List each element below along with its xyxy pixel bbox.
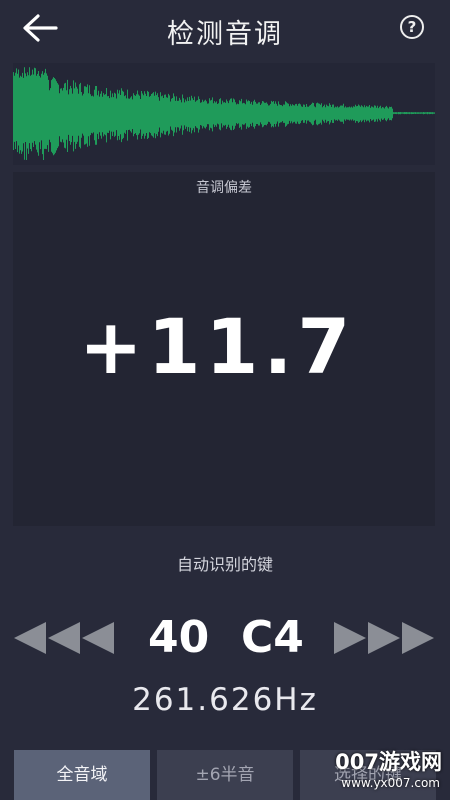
tab-six-semitones[interactable]: ±6半音 (157, 750, 293, 800)
frequency-readout: 261.626Hz (132, 682, 318, 718)
help-icon[interactable]: ? (400, 15, 424, 39)
deviation-value: +11.7 (79, 302, 356, 391)
detected-key-caption: 自动识别的键 (176, 555, 273, 574)
waveform-panel (13, 63, 435, 165)
next-key-button[interactable] (334, 618, 434, 658)
triple-right-arrow-icon (334, 622, 434, 654)
triple-left-arrow-icon (14, 622, 114, 654)
watermark-brand: 007游戏网 (335, 750, 442, 774)
key-number: 40 (148, 612, 210, 663)
pitch-deviation-panel: 音调偏差 +11.7 (13, 172, 435, 526)
previous-key-button[interactable] (14, 618, 114, 658)
audio-waveform (13, 67, 435, 160)
header-bar: 检测音调 ? (0, 0, 450, 62)
key-note-name: C4 (241, 612, 304, 663)
watermark-url: www.yx007.com (341, 776, 440, 790)
page-title: 检测音调 (167, 19, 283, 50)
deviation-label: 音调偏差 (196, 180, 252, 196)
tab-full-range[interactable]: 全音域 (14, 750, 150, 800)
